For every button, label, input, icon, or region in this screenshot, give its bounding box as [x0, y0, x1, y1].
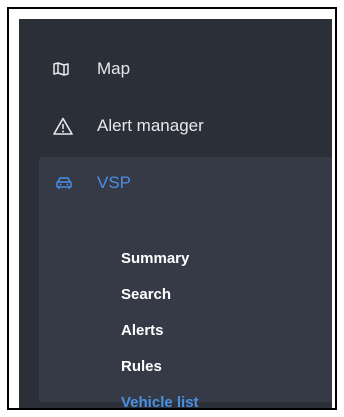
submenu-item-summary[interactable]: Summary — [121, 250, 189, 267]
car-icon — [55, 176, 73, 190]
sidebar-item-vsp[interactable]: VSP — [39, 157, 332, 209]
map-icon — [53, 62, 69, 76]
sidebar-item-alert-manager[interactable]: Alert manager — [19, 100, 332, 152]
sidebar-item-map[interactable]: Map — [19, 43, 332, 95]
sidebar-section-vsp: VSP Summary Search Alerts Rules Vehicle … — [39, 157, 332, 408]
submenu-item-search[interactable]: Search — [121, 286, 171, 303]
submenu-item-rules[interactable]: Rules — [121, 358, 162, 375]
submenu-item-vehicle-list[interactable]: Vehicle list — [121, 394, 199, 408]
warning-icon — [53, 117, 73, 135]
sidebar-item-label: VSP — [97, 173, 132, 192]
sidebar: Map Alert manager VSP Summary Search Ale… — [19, 19, 332, 408]
sidebar-item-label: Alert manager — [97, 116, 204, 135]
sidebar-item-label: Map — [97, 59, 131, 78]
submenu-item-alerts[interactable]: Alerts — [121, 322, 164, 339]
